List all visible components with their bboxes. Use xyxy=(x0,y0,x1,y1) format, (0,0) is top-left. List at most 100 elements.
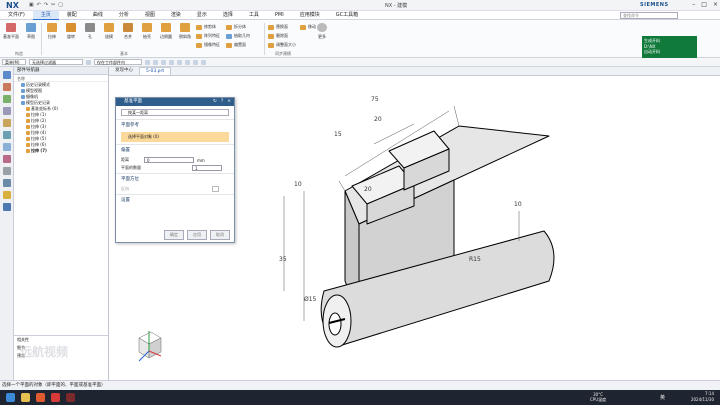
replace-face-button[interactable]: 替换面 xyxy=(268,24,288,30)
maximize-icon[interactable]: □ xyxy=(701,1,707,8)
delete-face-label: 删除面 xyxy=(276,33,288,38)
menu-select[interactable]: 选择 xyxy=(215,11,241,20)
distance-unit[interactable]: mm xyxy=(197,158,205,163)
dialog-footer: 确定 应用 取消 xyxy=(164,230,230,240)
section-offset[interactable]: 偏置 xyxy=(116,144,234,155)
filter-icon[interactable] xyxy=(86,59,91,65)
cancel-button[interactable]: 取消 xyxy=(210,230,230,240)
menu-display[interactable]: 显示 xyxy=(189,11,215,20)
menu-view[interactable]: 视图 xyxy=(137,11,163,20)
shell-button[interactable]: 抽壳 xyxy=(138,23,156,40)
plane-count-label: 平面的数量 xyxy=(121,165,141,170)
chamfer-button[interactable]: 倒斜角 xyxy=(176,23,194,40)
start-icon[interactable] xyxy=(6,393,15,402)
sketch-button[interactable]: 草图 xyxy=(22,23,40,40)
dialog-close-icon[interactable]: × xyxy=(227,98,231,106)
menu-analysis[interactable]: 分析 xyxy=(111,11,137,20)
kf-icon[interactable] xyxy=(2,203,11,211)
command-search-input[interactable]: 查找命令 xyxy=(620,12,678,19)
revolve-button[interactable]: 旋转 xyxy=(62,23,80,40)
menu-pmi[interactable]: PMI xyxy=(267,11,292,20)
column-header[interactable]: 名称 xyxy=(14,75,108,82)
pattern-feature-button[interactable]: 阵列特征 xyxy=(196,33,220,39)
snap-icon[interactable] xyxy=(201,59,206,65)
help-icon[interactable]: ? xyxy=(221,98,223,106)
mirror-feature-button[interactable]: 镜像特征 xyxy=(196,42,220,48)
redo-icon[interactable]: ↷ xyxy=(44,2,48,8)
resize-face-icon xyxy=(268,42,274,48)
web-browser-icon[interactable] xyxy=(2,143,11,151)
tab-discovery-center[interactable]: 发现中心 xyxy=(109,67,139,75)
clock-date[interactable]: 2024/11/30 xyxy=(691,397,714,403)
edge-blend-button[interactable]: 边倒圆 xyxy=(157,23,175,40)
undo-icon[interactable]: ↶ xyxy=(37,2,41,8)
menu-file[interactable]: 文件(F) xyxy=(0,11,33,20)
menu-render[interactable]: 渲染 xyxy=(163,11,189,20)
resize-face-button[interactable]: 调整面大小 xyxy=(268,42,296,48)
section-plane-reference[interactable]: 平面参考 xyxy=(116,119,234,130)
trim-body-button[interactable]: 修剪体 xyxy=(196,24,216,30)
manufacturing-wizard-icon[interactable] xyxy=(2,167,11,175)
snap-icon[interactable] xyxy=(177,59,182,65)
apply-button[interactable]: 应用 xyxy=(187,230,207,240)
dim-label: Ø15 xyxy=(304,296,317,303)
snap-icon[interactable] xyxy=(153,59,158,65)
plugin-panel[interactable]: 生成开料 D:\NX 自动开料 xyxy=(642,36,697,58)
menu-gc-toolbox[interactable]: GC工具箱 xyxy=(328,11,366,20)
close-icon[interactable]: × xyxy=(713,1,718,8)
menu-curve[interactable]: 曲线 xyxy=(85,11,111,20)
part-navigator-icon[interactable] xyxy=(2,71,11,79)
window-icon[interactable]: ▢ xyxy=(58,2,63,8)
assembly-navigator-icon[interactable] xyxy=(2,83,11,91)
plane-count-input[interactable]: 1 xyxy=(192,165,222,171)
draft-button[interactable]: 拔模 xyxy=(100,23,118,40)
snap-icon[interactable] xyxy=(145,59,150,65)
process-studio-icon[interactable] xyxy=(2,155,11,163)
select-plane-object[interactable]: 选择平面对象 (0) xyxy=(121,132,229,142)
menu-home[interactable]: 主页 xyxy=(32,10,59,20)
extrude-button[interactable]: 拉伸 xyxy=(43,23,61,40)
reset-icon[interactable]: ↻ xyxy=(213,98,217,106)
reverse-icon[interactable] xyxy=(212,186,219,192)
nx-taskbar-icon[interactable] xyxy=(66,393,75,402)
section-settings[interactable]: 设置 xyxy=(116,194,234,205)
history-icon[interactable] xyxy=(2,119,11,127)
snap-icon[interactable] xyxy=(193,59,198,65)
snap-icon[interactable] xyxy=(161,59,166,65)
snap-icon[interactable] xyxy=(185,59,190,65)
input-method[interactable]: 英 xyxy=(660,394,665,401)
minimize-icon[interactable]: – xyxy=(692,1,695,8)
snap-icon[interactable] xyxy=(169,59,174,65)
menu-dropdown[interactable]: 菜单(M) xyxy=(2,59,26,65)
type-filter-dropdown[interactable]: 无选择过滤器 xyxy=(29,59,83,65)
tree-node[interactable]: 拉伸 (7) xyxy=(14,148,108,154)
explorer-icon[interactable] xyxy=(21,393,30,402)
distance-input[interactable]: 0 xyxy=(144,157,194,163)
unite-button[interactable]: 合并 xyxy=(119,23,137,40)
extract-geometry-label: 抽取几何 xyxy=(234,33,250,38)
menu-tools[interactable]: 工具 xyxy=(241,11,267,20)
palette-icon[interactable] xyxy=(2,191,11,199)
type-dropdown[interactable]: 按某一距离 xyxy=(121,109,229,116)
split-body-button[interactable]: 拆分体 xyxy=(226,24,246,30)
delete-face-button[interactable]: 删除面 xyxy=(268,33,288,39)
menu-app-modules[interactable]: 应用模块 xyxy=(292,11,328,20)
cut-icon[interactable]: ✂ xyxy=(51,2,55,8)
datum-plane-button[interactable]: 基准平面 xyxy=(2,23,20,40)
office-icon[interactable] xyxy=(51,393,60,402)
hole-button[interactable]: 孔 xyxy=(81,23,99,40)
save-icon[interactable]: ▣ xyxy=(29,2,34,8)
extract-geometry-button[interactable]: 抽取几何 xyxy=(226,33,250,39)
ok-button[interactable]: 确定 xyxy=(164,230,184,240)
system-materials-icon[interactable] xyxy=(2,179,11,187)
scope-dropdown[interactable]: 仅在工作部件内 xyxy=(94,59,142,65)
roles-icon[interactable] xyxy=(2,131,11,139)
browser-icon[interactable] xyxy=(36,393,45,402)
section-plane-orientation[interactable]: 平面方位 xyxy=(116,173,234,184)
tab-part-file[interactable]: 5-03.prt xyxy=(139,67,172,75)
more-button[interactable]: 更多 xyxy=(313,23,331,40)
constraint-navigator-icon[interactable] xyxy=(2,95,11,103)
reuse-library-icon[interactable] xyxy=(2,107,11,115)
offset-face-button[interactable]: 偏置面 xyxy=(226,42,246,48)
menu-assembly[interactable]: 装配 xyxy=(59,11,85,20)
